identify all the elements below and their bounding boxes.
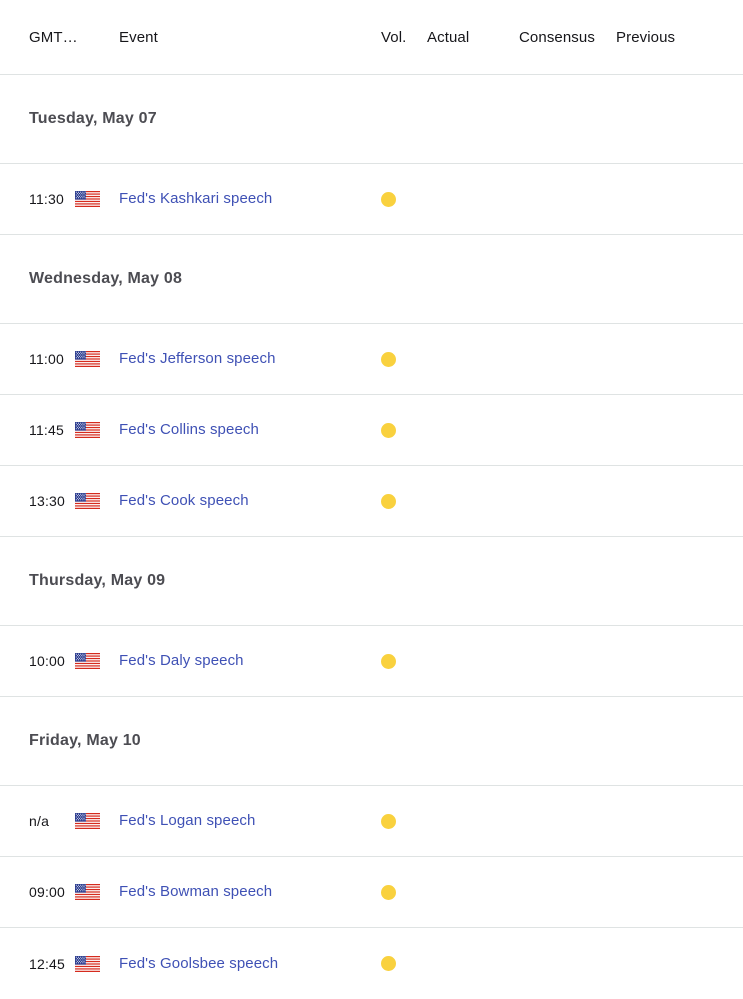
date-label: Tuesday, May 07	[29, 110, 157, 127]
volatility-dot-icon[interactable]	[381, 813, 396, 829]
event-time: 09:00	[29, 884, 66, 900]
event-name-cell: Fed's Collins speech	[119, 421, 381, 439]
date-label: Thursday, May 09	[29, 572, 166, 589]
us-flag-icon	[75, 884, 119, 900]
volatility-dot-icon[interactable]	[381, 884, 396, 900]
volatility-dot-icon[interactable]	[381, 493, 396, 509]
us-flag-icon	[75, 191, 119, 207]
event-link[interactable]: Fed's Logan speech	[119, 812, 255, 829]
column-header-consensus[interactable]: Consensus	[519, 29, 616, 46]
column-header-actual[interactable]: Actual	[427, 29, 519, 46]
event-name-cell: Fed's Jefferson speech	[119, 350, 381, 368]
volatility-cell	[381, 653, 427, 669]
calendar-event-row[interactable]: 11:30 Fed's Kashkari speech	[0, 164, 743, 235]
event-name-cell: Fed's Logan speech	[119, 812, 381, 830]
event-link[interactable]: Fed's Goolsbee speech	[119, 955, 278, 972]
event-name-cell: Fed's Bowman speech	[119, 883, 381, 901]
volatility-cell	[381, 956, 427, 971]
volatility-cell	[381, 493, 427, 509]
event-time: 11:30	[29, 191, 64, 207]
event-name-cell: Fed's Kashkari speech	[119, 190, 381, 208]
event-name-cell: Fed's Daly speech	[119, 652, 381, 670]
calendar-event-row[interactable]: 11:45 Fed's Collins speech	[0, 395, 743, 466]
calendar-event-row[interactable]: 13:30 Fed's Cook speech	[0, 466, 743, 537]
country-flag-cell	[75, 813, 119, 829]
volatility-dot-icon[interactable]	[381, 422, 396, 438]
volatility-dot-icon[interactable]	[381, 653, 396, 669]
calendar-event-row[interactable]: 10:00 Fed's Daly speech	[0, 626, 743, 697]
calendar-event-row[interactable]: n/a Fed's Logan speech	[0, 786, 743, 857]
economic-calendar: GMT… Event Vol. Actual Consensus Previou…	[0, 0, 743, 999]
country-flag-cell	[75, 653, 119, 669]
volatility-dot-icon[interactable]	[381, 191, 396, 207]
event-name-cell: Fed's Goolsbee speech	[119, 955, 381, 973]
event-link[interactable]: Fed's Kashkari speech	[119, 190, 272, 207]
volatility-cell	[381, 351, 427, 367]
event-link[interactable]: Fed's Bowman speech	[119, 883, 272, 900]
event-link[interactable]: Fed's Jefferson speech	[119, 350, 276, 367]
calendar-date-group-header: Friday, May 10	[0, 697, 743, 786]
event-link[interactable]: Fed's Cook speech	[119, 492, 249, 509]
us-flag-icon	[75, 653, 119, 669]
column-header-volatility[interactable]: Vol.	[381, 29, 427, 46]
calendar-event-row[interactable]: 11:00 Fed's Jefferson speech	[0, 324, 743, 395]
date-label: Wednesday, May 08	[29, 270, 183, 287]
us-flag-icon	[75, 422, 119, 438]
event-time: 12:45	[29, 955, 66, 972]
calendar-date-group-header: Tuesday, May 07	[0, 75, 743, 164]
volatility-cell	[381, 813, 427, 829]
us-flag-icon	[75, 493, 119, 509]
event-link[interactable]: Fed's Daly speech	[119, 652, 244, 669]
us-flag-icon	[75, 813, 119, 829]
event-time: 10:00	[29, 653, 66, 669]
calendar-date-group-header: Wednesday, May 08	[0, 235, 743, 324]
country-flag-cell	[75, 493, 119, 509]
country-flag-cell	[75, 191, 119, 207]
volatility-cell	[381, 191, 427, 207]
country-flag-cell	[75, 955, 119, 972]
country-flag-cell	[75, 351, 119, 367]
calendar-event-row[interactable]: 09:00 Fed's Bowman speech	[0, 857, 743, 928]
calendar-event-row[interactable]: 12:45 Fed's Goolsbee speech	[0, 928, 743, 999]
us-flag-icon	[75, 351, 119, 367]
event-time: 13:30	[29, 493, 66, 509]
calendar-body: Tuesday, May 07 11:30 Fed's Kashkari spe…	[0, 75, 743, 999]
volatility-cell	[381, 884, 427, 900]
calendar-header-row: GMT… Event Vol. Actual Consensus Previou…	[0, 0, 743, 75]
country-flag-cell	[75, 884, 119, 900]
volatility-cell	[381, 422, 427, 438]
volatility-dot-icon[interactable]	[381, 956, 396, 971]
date-label: Friday, May 10	[29, 732, 141, 749]
column-header-time[interactable]: GMT…	[29, 29, 78, 46]
event-link[interactable]: Fed's Collins speech	[119, 421, 259, 438]
event-time: n/a	[29, 813, 50, 829]
event-time: 11:45	[29, 422, 64, 438]
column-header-previous[interactable]: Previous	[616, 29, 714, 46]
calendar-date-group-header: Thursday, May 09	[0, 537, 743, 626]
country-flag-cell	[75, 422, 119, 438]
us-flag-icon	[75, 955, 119, 972]
column-header-event[interactable]: Event	[119, 29, 381, 46]
event-time: 11:00	[29, 351, 64, 367]
event-name-cell: Fed's Cook speech	[119, 492, 381, 510]
volatility-dot-icon[interactable]	[381, 351, 396, 367]
